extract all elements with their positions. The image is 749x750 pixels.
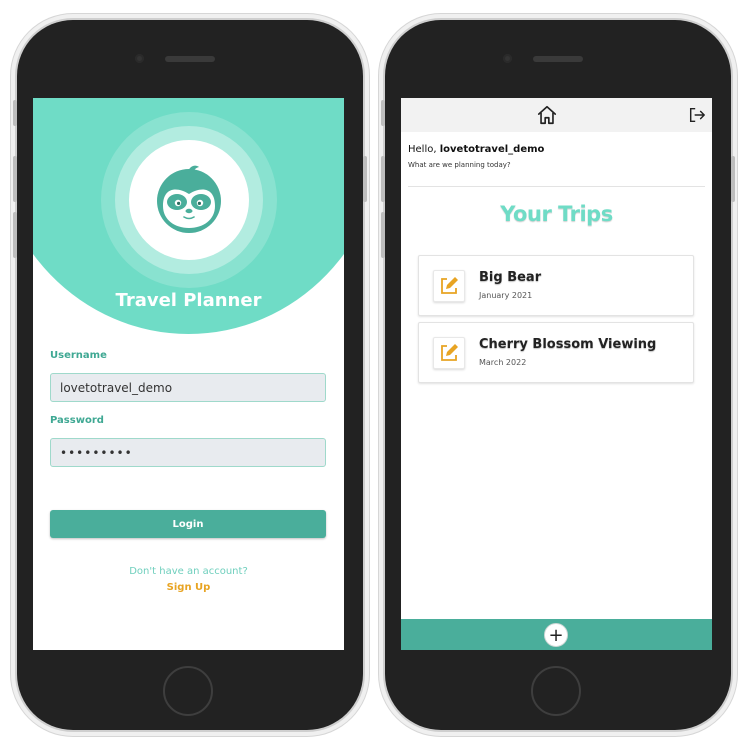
greeting-prefix: Hello, <box>408 144 440 155</box>
edit-icon <box>441 344 458 361</box>
volume-up-button <box>381 156 385 202</box>
front-camera <box>503 54 512 63</box>
signup-hint: Don't have an account? <box>129 566 248 577</box>
phone-frame-trips: Hello, lovetotravel_demo What are we pla… <box>381 20 735 730</box>
phone-home-button <box>531 666 581 716</box>
section-title: Your Trips <box>500 202 613 226</box>
edit-icon <box>441 277 458 294</box>
add-trip-button[interactable]: + <box>544 623 568 647</box>
sloth-logo-icon <box>157 165 221 233</box>
password-input[interactable] <box>50 438 326 467</box>
trips-screen: Hello, lovetotravel_demo What are we pla… <box>401 98 712 650</box>
trip-date: March 2022 <box>479 358 527 367</box>
edit-trip-button[interactable] <box>433 337 465 369</box>
earpiece-speaker <box>165 56 215 62</box>
trip-card[interactable]: Cherry Blossom Viewing March 2022 <box>418 322 694 383</box>
volume-up-button <box>13 156 17 202</box>
logo-badge <box>129 140 249 260</box>
logout-icon[interactable] <box>688 106 706 124</box>
home-icon[interactable] <box>536 104 558 126</box>
power-button <box>363 156 367 202</box>
mute-switch <box>381 100 385 126</box>
login-screen: Travel Planner Username Password Login D… <box>33 98 344 650</box>
password-label: Password <box>50 415 104 426</box>
earpiece-speaker <box>533 56 583 62</box>
username-input[interactable] <box>50 373 326 402</box>
trip-name: Cherry Blossom Viewing <box>479 337 657 352</box>
trip-date: January 2021 <box>479 291 533 300</box>
greeting-subtitle: What are we planning today? <box>408 161 511 169</box>
volume-down-button <box>381 212 385 258</box>
divider <box>408 186 705 187</box>
mute-switch <box>13 100 17 126</box>
trip-name: Big Bear <box>479 270 542 285</box>
greeting-username: lovetotravel_demo <box>439 144 545 155</box>
bottom-bar: + <box>401 619 712 650</box>
edit-trip-button[interactable] <box>433 270 465 302</box>
front-camera <box>135 54 144 63</box>
username-label: Username <box>50 350 107 361</box>
signup-link[interactable]: Sign Up <box>33 582 344 593</box>
phone-frame-login: Travel Planner Username Password Login D… <box>13 20 367 730</box>
volume-down-button <box>13 212 17 258</box>
greeting: Hello, lovetotravel_demo <box>408 144 544 155</box>
trip-card[interactable]: Big Bear January 2021 <box>418 255 694 316</box>
top-nav-bar <box>401 98 712 132</box>
app-title: Travel Planner <box>115 290 262 311</box>
login-button[interactable]: Login <box>50 510 326 538</box>
phone-home-button <box>163 666 213 716</box>
power-button <box>731 156 735 202</box>
